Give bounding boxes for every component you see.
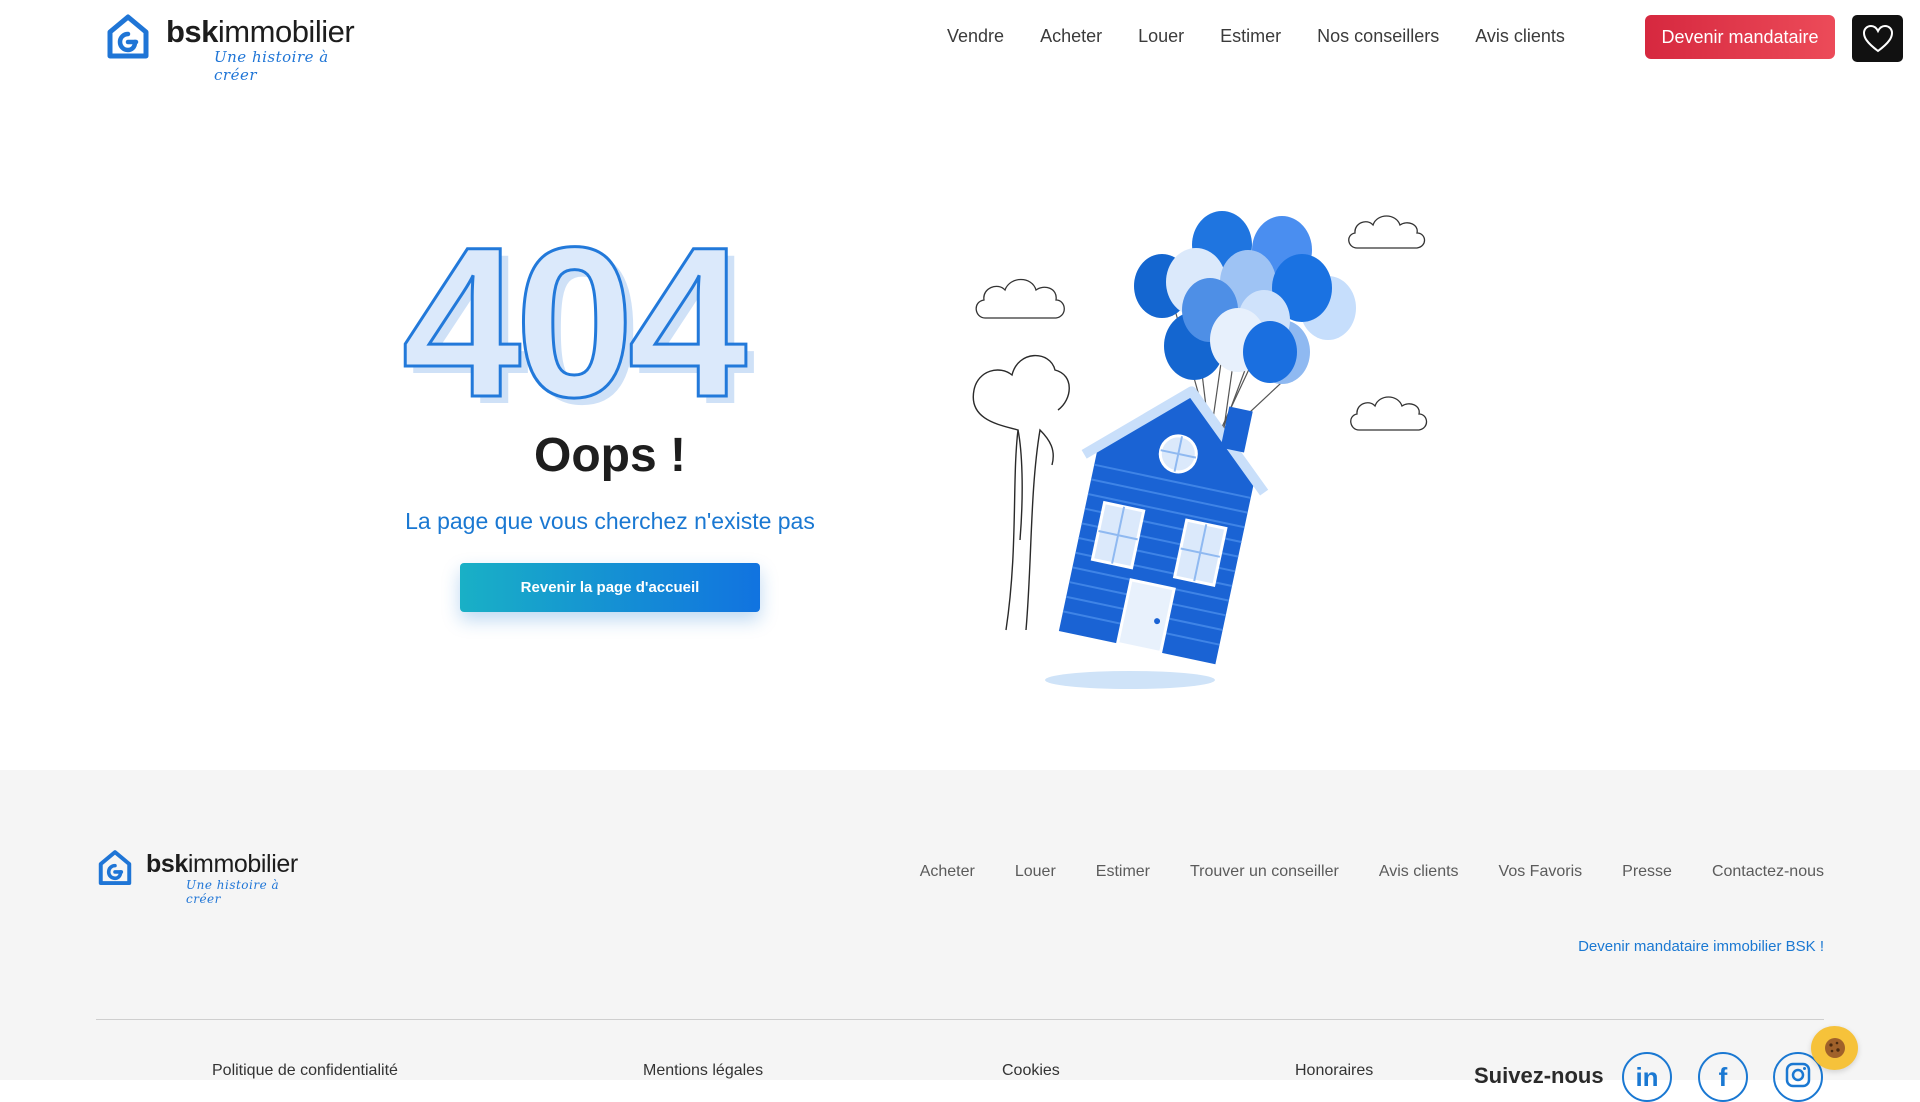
linkedin-icon: in [1635,1062,1659,1092]
back-home-button[interactable]: Revenir la page d'accueil [460,563,760,612]
brand-tagline: Une histoire à créer [214,48,329,84]
footer-nav: Acheter Louer Estimer Trouver un conseil… [880,863,1824,881]
devenir-mandataire-link[interactable]: Devenir mandataire immobilier BSK ! [1578,938,1824,955]
heart-icon [1862,24,1893,52]
house-logo-icon [98,850,132,886]
nav-vendre[interactable]: Vendre [947,26,1004,47]
site-header: bskimmobilier Une histoire à créer Vendr… [0,0,1920,84]
footer-nav-avis-clients[interactable]: Avis clients [1379,863,1459,881]
cookies-link[interactable]: Cookies [1002,1062,1060,1080]
error-message: La page que vous cherchez n'existe pas [405,508,815,534]
cloud-right-icon [1350,396,1428,431]
footer-nav-estimer[interactable]: Estimer [1096,863,1150,881]
footer-logo[interactable]: bskimmobilier Une histoire à créer [96,848,316,906]
nav-avis-clients[interactable]: Avis clients [1475,26,1565,47]
footer-nav-vos-favoris[interactable]: Vos Favoris [1499,863,1583,881]
page-title: Oops ! [534,429,686,482]
footer-nav-louer[interactable]: Louer [1015,863,1056,881]
follow-us-label: Suivez-nous [1474,1063,1604,1088]
instagram-icon [1785,1062,1811,1088]
balloons-icon [1134,211,1356,384]
footer-nav-trouver-conseiller[interactable]: Trouver un conseiller [1190,863,1339,881]
house-balloons-illustration [972,211,1428,689]
footer-nav-contactez-nous[interactable]: Contactez-nous [1712,863,1824,881]
house-logo-icon [107,14,149,59]
brand-name: bskimmobilier [166,14,355,49]
footer-nav-presse[interactable]: Presse [1622,863,1672,881]
nav-estimer[interactable]: Estimer [1220,26,1281,47]
header-logo[interactable]: bskimmobilier Une histoire à créer [104,12,364,84]
footer-brand-tagline: Une histoire à créer [186,878,280,906]
privacy-policy-link[interactable]: Politique de confidentialité [212,1062,398,1080]
house-icon [1058,386,1269,665]
nav-acheter[interactable]: Acheter [1040,26,1102,47]
footer-brand-name: bskimmobilier [146,850,298,878]
favorites-button[interactable] [1852,15,1903,62]
facebook-icon: f [1718,1062,1728,1092]
fees-link[interactable]: Honoraires [1295,1062,1373,1080]
cookie-settings-button[interactable] [1811,1026,1858,1070]
site-footer: bskimmobilier Une histoire à créer Achet… [0,770,1920,1102]
legal-notice-link[interactable]: Mentions légales [643,1062,763,1080]
footer-nav-acheter[interactable]: Acheter [920,863,975,881]
error-code-text: 404 [400,203,748,442]
tree-icon [972,354,1070,631]
cloud-top-right-icon [1348,215,1426,249]
linkedin-button[interactable]: in [1622,1052,1672,1102]
devenir-mandataire-button[interactable]: Devenir mandataire [1645,15,1835,59]
facebook-button[interactable]: f [1698,1052,1748,1102]
nav-nos-conseillers[interactable]: Nos conseillers [1317,26,1439,47]
nav-louer[interactable]: Louer [1138,26,1184,47]
cookie-icon [1824,1038,1845,1058]
cloud-left-icon [975,278,1065,319]
footer-divider [96,1019,1824,1020]
error-code: 404 404 [400,203,822,442]
main-nav: Vendre Acheter Louer Estimer Nos conseil… [947,26,1565,47]
